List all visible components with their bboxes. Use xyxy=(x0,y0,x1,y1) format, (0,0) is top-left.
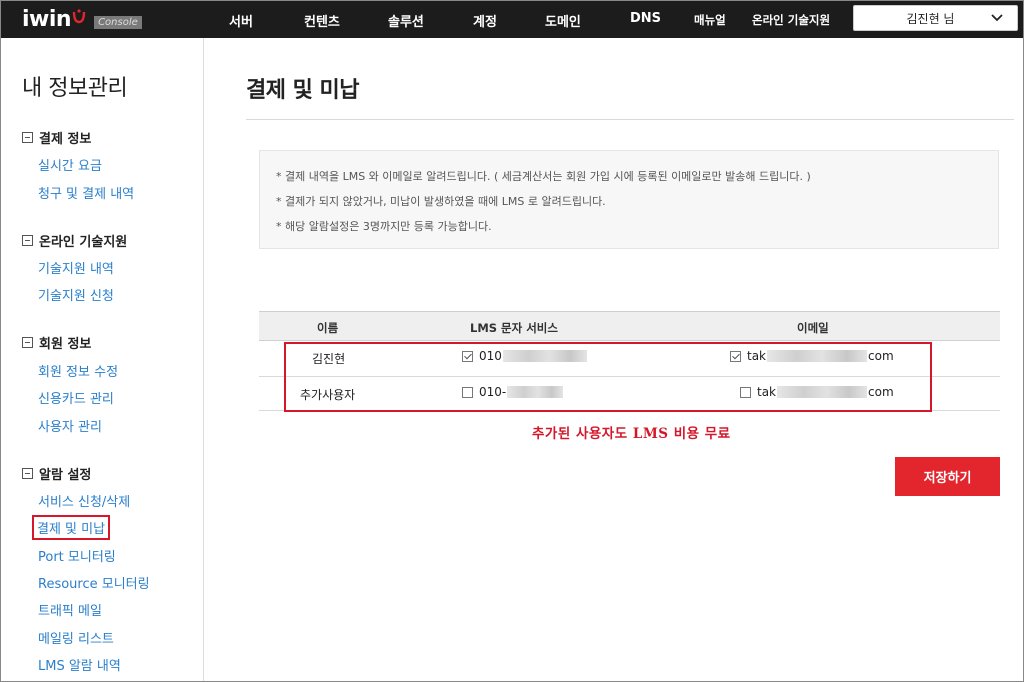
lms-cell: 010 xyxy=(462,349,588,363)
group-online-support[interactable]: 온라인 기술지원 xyxy=(22,231,127,250)
group-title-label: 회원 정보 xyxy=(39,337,92,352)
sidebar-item-edit-member[interactable]: 회원 정보 수정 xyxy=(38,361,118,380)
collapse-icon xyxy=(22,235,33,246)
lms-checkbox[interactable] xyxy=(462,386,473,398)
group-member-info[interactable]: 회원 정보 xyxy=(22,333,91,352)
email-cell: tak com xyxy=(740,385,894,399)
page-title: 결제 및 미납 xyxy=(246,78,360,103)
nav-solution[interactable]: 솔루션 xyxy=(388,11,424,30)
lms-number: 010- xyxy=(479,385,507,399)
nav-manual[interactable]: 매뉴얼 xyxy=(694,12,726,28)
redacted-mask xyxy=(507,386,564,398)
collapse-icon xyxy=(22,132,33,143)
table-header: 이름 LMS 문자 서비스 이메일 xyxy=(259,311,1000,341)
row-name: 김진현 xyxy=(312,352,346,366)
lms-checkbox[interactable] xyxy=(462,350,473,362)
group-alarm-settings[interactable]: 알람 설정 xyxy=(22,464,91,483)
divider xyxy=(246,119,1014,120)
email-checkbox[interactable] xyxy=(740,386,751,398)
group-payment-info[interactable]: 결제 정보 xyxy=(22,128,91,147)
notice-line: * 결제가 되지 않았거나, 미납이 발생하였을 때에 LMS 로 알려드립니다… xyxy=(276,195,606,208)
email-suffix: com xyxy=(868,349,894,363)
nav-dns[interactable]: DNS xyxy=(630,11,661,26)
email-suffix: com xyxy=(868,385,894,399)
sidebar-item-credit-card[interactable]: 신용카드 관리 xyxy=(38,388,114,407)
collapse-icon xyxy=(22,337,33,348)
header-email: 이메일 xyxy=(797,321,829,335)
annotation-text: 추가된 사용자도 LMS 비용 무료 xyxy=(532,426,731,442)
row-name: 추가사용자 xyxy=(300,388,356,402)
notice-line: * 결제 내역을 LMS 와 이메일로 알려드립니다. ( 세금계산서는 회원 … xyxy=(276,170,811,183)
top-nav-bar: iwin Console 서버 컨텐츠 솔루션 계정 도메인 DNS 매뉴얼 온… xyxy=(0,0,1024,38)
row-divider xyxy=(259,376,1000,377)
email-checkbox[interactable] xyxy=(730,350,741,362)
notice-line: * 해당 알람설정은 3명까지만 등록 가능합니다. xyxy=(276,220,492,233)
user-dropdown[interactable]: 김진현 님 xyxy=(853,5,1018,31)
redacted-mask xyxy=(767,350,868,362)
user-name: 김진현 님 xyxy=(906,11,955,26)
sidebar-item-lms-alarm-history[interactable]: LMS 알람 내역 xyxy=(38,655,121,674)
collapse-icon xyxy=(22,468,33,479)
nav-online-support[interactable]: 온라인 기술지원 xyxy=(752,12,830,28)
redacted-mask xyxy=(777,386,868,398)
group-title-label: 알람 설정 xyxy=(39,468,92,483)
nav-account[interactable]: 계정 xyxy=(473,11,497,30)
logo-text: iwin xyxy=(22,6,72,32)
group-title-label: 결제 정보 xyxy=(39,132,92,147)
nav-server[interactable]: 서버 xyxy=(229,11,253,30)
sidebar-item-user-management[interactable]: 사용자 관리 xyxy=(38,416,102,435)
email-prefix: tak xyxy=(747,349,767,363)
console-badge: Console xyxy=(94,15,142,29)
header-name: 이름 xyxy=(317,321,339,335)
smile-logo-icon xyxy=(72,9,86,24)
header-lms: LMS 문자 서비스 xyxy=(470,321,558,335)
sidebar-item-traffic-mail[interactable]: 트래픽 메일 xyxy=(38,600,102,619)
sidebar-item-resource-monitoring[interactable]: Resource 모니터링 xyxy=(38,573,150,592)
sidebar-item-realtime-fee[interactable]: 실시간 요금 xyxy=(38,155,102,174)
sidebar-item-support-request[interactable]: 기술지원 신청 xyxy=(38,285,114,304)
sidebar: 내 정보관리 결제 정보 실시간 요금 청구 및 결제 내역 온라인 기술지원 … xyxy=(0,38,204,682)
sidebar-item-support-history[interactable]: 기술지원 내역 xyxy=(38,258,114,277)
sidebar-item-port-monitoring[interactable]: Port 모니터링 xyxy=(38,546,116,565)
notice-box: * 결제 내역을 LMS 와 이메일로 알려드립니다. ( 세금계산서는 회원 … xyxy=(259,150,999,249)
sidebar-item-mailing-list[interactable]: 메일링 리스트 xyxy=(38,628,114,647)
email-prefix: tak xyxy=(757,385,777,399)
sidebar-item-service-request[interactable]: 서비스 신청/삭제 xyxy=(38,491,130,510)
chevron-down-icon xyxy=(991,14,1003,22)
nav-contents[interactable]: 컨텐츠 xyxy=(304,11,340,30)
lms-cell: 010- xyxy=(462,385,564,399)
iwin-logo[interactable]: iwin Console xyxy=(22,5,142,33)
sidebar-title: 내 정보관리 xyxy=(22,76,128,101)
row-divider xyxy=(259,410,1000,411)
lms-number: 010 xyxy=(479,349,502,363)
sidebar-item-billing-history[interactable]: 청구 및 결제 내역 xyxy=(38,183,134,202)
save-button[interactable]: 저장하기 xyxy=(895,457,1000,496)
redacted-mask xyxy=(502,350,587,362)
sidebar-item-payment-unpaid[interactable]: 결제 및 미납 xyxy=(32,515,111,540)
email-cell: tak com xyxy=(730,349,894,363)
nav-domain[interactable]: 도메인 xyxy=(545,11,581,30)
group-title-label: 온라인 기술지원 xyxy=(39,235,128,250)
